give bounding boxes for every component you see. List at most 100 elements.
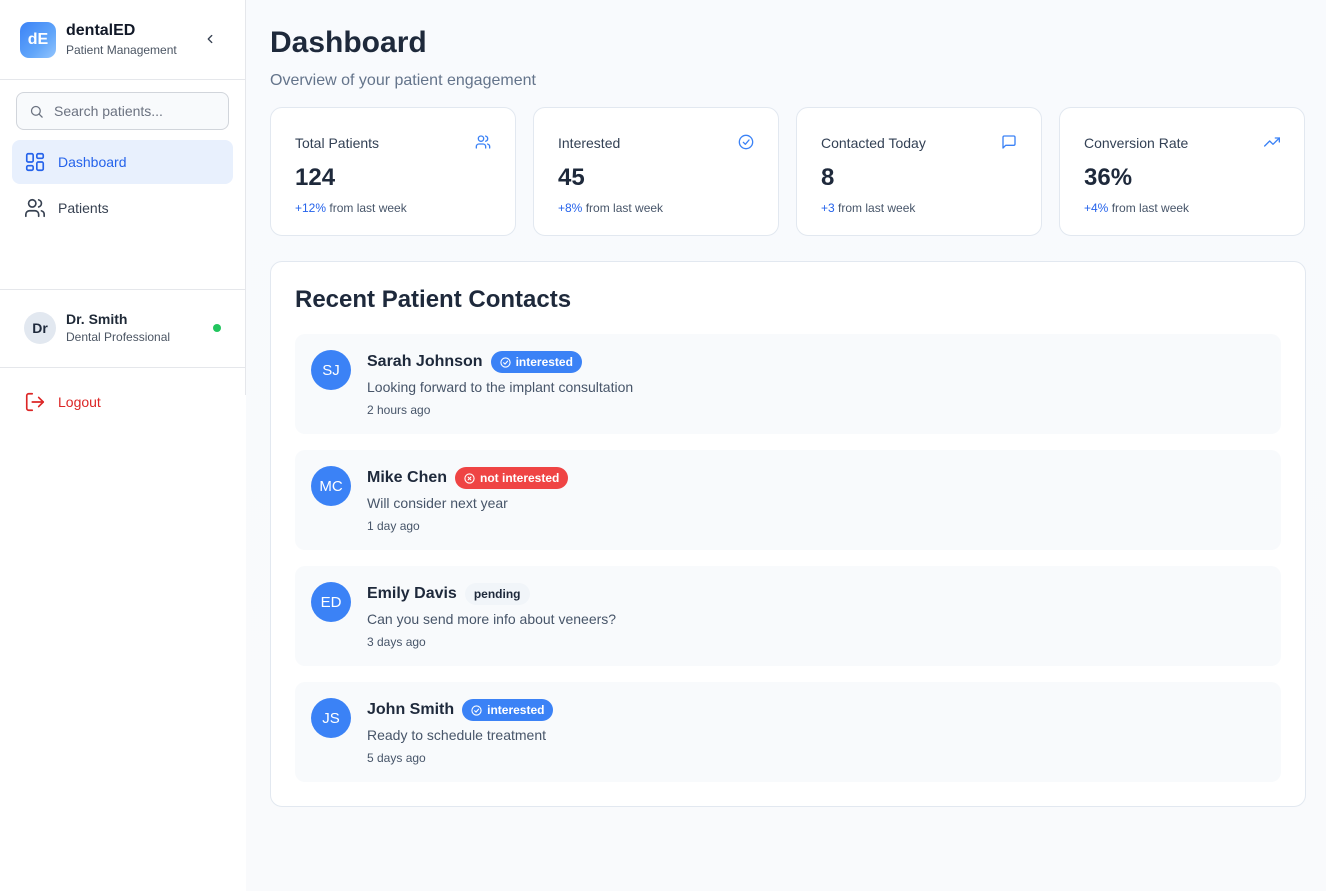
stat-value: 8 xyxy=(821,164,835,191)
collapse-sidebar-button[interactable] xyxy=(201,30,219,48)
recent-contacts-title: Recent Patient Contacts xyxy=(295,286,572,313)
contact-body: John Smith interested Ready to schedule … xyxy=(367,698,554,766)
stat-card-conversion-rate: Conversion Rate 36% +4% from last week xyxy=(1059,107,1305,236)
stat-delta-value: +3 xyxy=(821,201,835,215)
x-circle-icon xyxy=(464,472,475,484)
stat-label: Conversion Rate xyxy=(1084,135,1189,151)
avatar: SJ xyxy=(311,350,351,390)
brand-name: dentalED xyxy=(66,21,136,39)
sidebar-nav: Dashboard Patients xyxy=(0,120,245,290)
brand-subtitle: Patient Management xyxy=(66,42,177,57)
status-badge: pending xyxy=(464,583,530,605)
stat-value: 36% xyxy=(1084,164,1133,191)
status-badge: interested xyxy=(462,699,554,721)
contact-item[interactable]: MC Mike Chen not interested Will conside… xyxy=(295,450,1281,550)
contact-timestamp: 1 day ago xyxy=(367,519,420,533)
status-badge: interested xyxy=(490,351,582,373)
stat-delta-value: +4% xyxy=(1084,201,1109,215)
contact-name: Emily Davis xyxy=(367,585,457,602)
sidebar-item-label: Dashboard xyxy=(58,154,127,170)
contact-item[interactable]: ED Emily Davis pending Can you send more… xyxy=(295,566,1281,666)
contact-timestamp: 2 hours ago xyxy=(367,403,431,417)
stat-delta-suffix: from last week xyxy=(1108,201,1190,215)
contact-item[interactable]: SJ Sarah Johnson interested Looking forw… xyxy=(295,334,1281,434)
page-title: Dashboard xyxy=(270,26,427,59)
search-icon xyxy=(29,104,44,119)
user-profile[interactable]: Dr Dr. Smith Dental Professional xyxy=(12,302,233,354)
sidebar-item-dashboard[interactable]: Dashboard xyxy=(12,140,233,184)
status-badge-label: interested xyxy=(515,355,573,369)
contact-body: Mike Chen not interested Will consider n… xyxy=(367,466,569,534)
avatar: MC xyxy=(311,466,351,506)
stat-value: 124 xyxy=(295,164,336,191)
check-circle-icon xyxy=(738,134,754,150)
contact-timestamp: 3 days ago xyxy=(367,635,426,649)
page-subtitle: Overview of your patient engagement xyxy=(270,72,536,89)
users-icon xyxy=(24,197,46,219)
stat-delta-suffix: from last week xyxy=(834,201,916,215)
users-icon xyxy=(475,134,491,150)
profile-section: Dr Dr. Smith Dental Professional xyxy=(0,290,245,368)
main-content: Dashboard Overview of your patient engag… xyxy=(246,0,1326,891)
search-input[interactable] xyxy=(54,103,224,119)
trending-up-icon xyxy=(1264,134,1280,150)
sidebar-item-patients[interactable]: Patients xyxy=(12,186,233,230)
chevron-left-icon xyxy=(203,32,217,46)
contact-header: John Smith interested xyxy=(367,698,554,722)
status-badge-label: not interested xyxy=(480,471,560,485)
stat-card-contacted-today: Contacted Today 8 +3 from last week xyxy=(796,107,1042,236)
brand-text: dentalED Patient Management xyxy=(66,21,177,59)
brand-logo: dE xyxy=(20,21,56,58)
contact-timestamp: 5 days ago xyxy=(367,751,426,765)
contact-header: Emily Davis pending xyxy=(367,582,616,606)
logout-button[interactable]: Logout xyxy=(0,368,245,436)
check-circle-icon xyxy=(471,704,482,716)
stat-value: 45 xyxy=(558,164,585,191)
contact-body: Sarah Johnson interested Looking forward… xyxy=(367,350,633,418)
stat-delta-suffix: from last week xyxy=(326,201,407,215)
sidebar: dE dentalED Patient Management Dashboard xyxy=(0,0,246,412)
profile-role: Dental Professional xyxy=(66,330,171,344)
stat-delta-value: +12% xyxy=(295,201,327,215)
stat-label: Total Patients xyxy=(295,135,380,151)
contact-header: Sarah Johnson interested xyxy=(367,350,633,374)
status-badge-label: pending xyxy=(473,587,521,601)
contact-message: Looking forward to the implant consultat… xyxy=(367,379,634,395)
contact-header: Mike Chen not interested xyxy=(367,466,569,490)
status-badge-label: interested xyxy=(487,703,545,717)
contact-message: Can you send more info about veneers? xyxy=(367,611,617,627)
sidebar-item-label: Patients xyxy=(58,200,109,216)
stat-label: Contacted Today xyxy=(821,135,926,151)
online-status-indicator xyxy=(213,324,221,332)
stat-delta: +4% from last week xyxy=(1084,200,1280,216)
status-badge: not interested xyxy=(455,467,569,489)
logout-label: Logout xyxy=(58,394,101,410)
contact-message: Ready to schedule treatment xyxy=(367,727,546,743)
logout-icon xyxy=(24,391,46,413)
stat-delta: +12% from last week xyxy=(295,200,491,216)
contacts-list: SJ Sarah Johnson interested Looking forw… xyxy=(295,334,1281,782)
contact-item[interactable]: JS John Smith interested Ready to schedu… xyxy=(295,682,1281,782)
avatar: Dr xyxy=(24,312,56,344)
profile-name: Dr. Smith xyxy=(66,311,128,327)
check-circle-icon xyxy=(499,356,511,368)
contact-name: Mike Chen xyxy=(367,469,448,486)
brand-header: dE dentalED Patient Management xyxy=(0,0,245,80)
avatar: ED xyxy=(311,582,351,622)
contact-message: Will consider next year xyxy=(367,495,508,511)
stats-row: Total Patients 124 +12% from last week I… xyxy=(270,107,1326,236)
contact-name: John Smith xyxy=(367,701,455,718)
profile-text: Dr. Smith Dental Professional xyxy=(66,310,170,346)
stat-delta: +8% from last week xyxy=(558,200,754,216)
stat-delta-value: +8% xyxy=(558,201,583,215)
recent-contacts-panel: Recent Patient Contacts SJ Sarah Johnson… xyxy=(270,261,1306,807)
contact-body: Emily Davis pending Can you send more in… xyxy=(367,582,616,650)
stat-delta: +3 from last week xyxy=(821,200,1017,216)
message-square-icon xyxy=(1001,134,1017,150)
avatar: JS xyxy=(311,698,351,738)
stat-label: Interested xyxy=(558,135,621,151)
contact-name: Sarah Johnson xyxy=(367,353,483,370)
dashboard-grid-icon xyxy=(24,151,46,173)
stat-delta-suffix: from last week xyxy=(582,201,664,215)
stat-card-total-patients: Total Patients 124 +12% from last week xyxy=(270,107,516,236)
